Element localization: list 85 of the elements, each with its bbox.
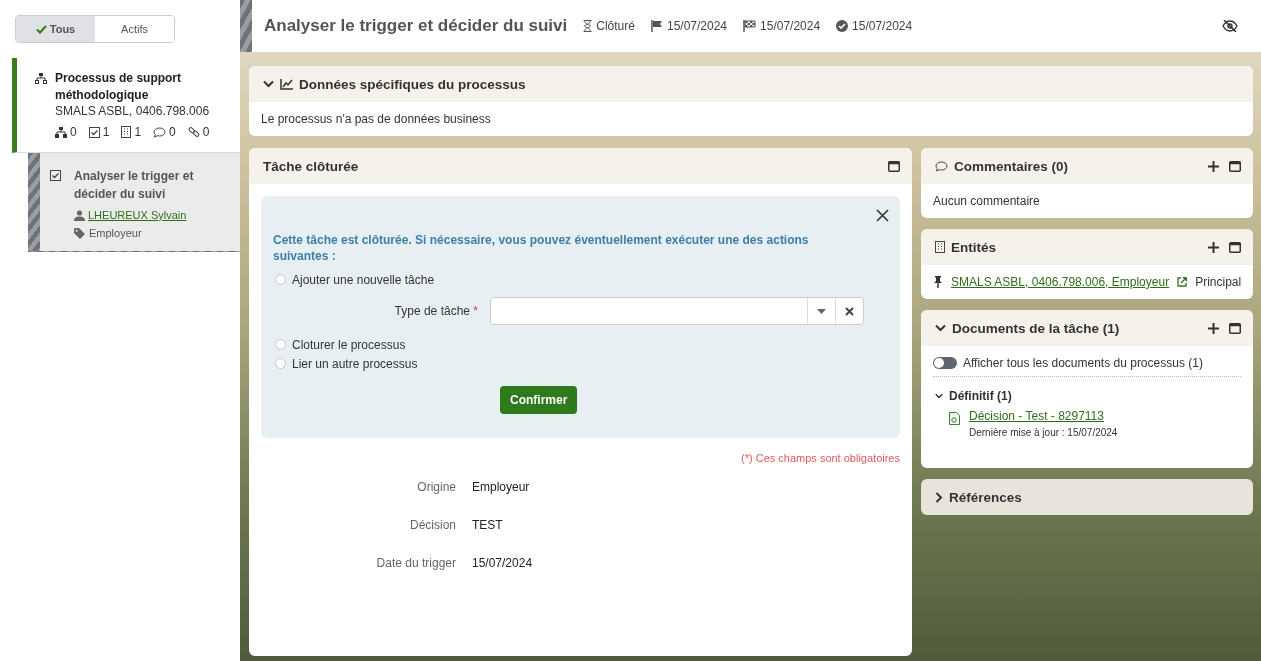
add-icon[interactable]: [1208, 160, 1220, 172]
toggle-switch[interactable]: [933, 357, 957, 369]
eye-slash-icon[interactable]: [1222, 20, 1239, 32]
subprocess-icon: [55, 126, 67, 138]
tag-label: Employeur: [89, 227, 142, 239]
window-icon[interactable]: [1229, 160, 1242, 172]
process-subtitle: SMALS ASBL, 0406.798.006: [55, 104, 211, 118]
panel-title: Données spécifiques du processus: [299, 76, 527, 92]
page-title: Analyser le trigger et décider du suivi: [264, 16, 568, 36]
entity-link[interactable]: SMALS ASBL, 0406.798.006, Employeur: [951, 275, 1170, 289]
checkered-flag-icon: [743, 20, 757, 32]
document-link[interactable]: Décision - Test - 8297113: [969, 409, 1104, 423]
checkbox-icon: [50, 170, 61, 181]
tag-icon: [74, 227, 86, 239]
checkbox-icon: [88, 126, 100, 138]
meta-text: 15/07/2024: [760, 19, 821, 33]
comment-icon: [153, 126, 167, 138]
count-text: 1: [102, 125, 110, 139]
link-icon: [187, 126, 200, 138]
flag-icon: [650, 20, 663, 32]
hourglass-icon: [583, 20, 593, 32]
panel-title: Documents de la tâche (1): [952, 320, 1121, 336]
user-icon: [74, 209, 85, 221]
option-label: Lier un autre processus: [292, 356, 418, 371]
entity-role: Principal: [1195, 275, 1242, 289]
select-field[interactable]: [490, 297, 864, 325]
filter-tab[interactable]: Tous: [16, 16, 95, 42]
panel-text: Aucun commentaire: [932, 193, 1041, 210]
window-icon[interactable]: [1229, 322, 1242, 334]
panel-title: Références: [949, 489, 1023, 505]
task-item[interactable]: Analyser le trigger et décider du suivi LHEUREUX Sylvain Employeur: [28, 153, 240, 252]
caret-icon[interactable]: [817, 308, 826, 314]
meta-text: 15/07/2024: [666, 19, 728, 33]
panel-title: Commentaires (0): [954, 158, 1070, 174]
meta-text: 15/07/2024: [852, 19, 913, 33]
panel-text: Le processus n'a pas de données business: [260, 111, 492, 128]
option-label: Ajouter une nouvelle tâche: [292, 272, 435, 287]
comment-icon: [935, 160, 948, 172]
add-icon[interactable]: [1208, 322, 1220, 334]
chart-icon: [280, 78, 293, 90]
meta-text: Clôturé: [596, 19, 635, 33]
chevron-icon[interactable]: [935, 491, 943, 503]
field-label: Type de tâche *: [393, 304, 479, 318]
toggle-label: Afficher tous les documents du processus (1): [963, 356, 1203, 370]
notice-text: Cette tâche est clôturée. Si nécessaire, vous pouvez éventuellement exécuter une des actions suivantes :: [273, 232, 810, 264]
pin-icon: [933, 276, 943, 288]
process-card[interactable]: Processus de support méthodologique SMALS ASBL, 0406.798.006 0 1 1 0 0: [12, 58, 240, 153]
check-icon: [35, 24, 47, 34]
window-icon[interactable]: [888, 160, 900, 172]
field-value: Employeur: [472, 480, 531, 494]
panel-title: Entités: [951, 239, 997, 255]
chevron-icon[interactable]: [935, 324, 946, 332]
process-title: Processus de support méthodologique: [55, 70, 183, 104]
add-icon[interactable]: [1208, 241, 1220, 253]
task-title: Analyser le trigger et décider du suivi: [74, 168, 195, 203]
building-icon: [935, 241, 945, 253]
clear-icon[interactable]: [845, 306, 854, 316]
count-text: 0: [202, 125, 210, 139]
document-icon: [949, 412, 960, 425]
chevron-icon[interactable]: [263, 80, 274, 88]
count-text: 0: [169, 125, 176, 139]
group-title: Définitif (1): [949, 389, 1012, 403]
sitemap-icon: [35, 73, 47, 84]
building-icon: [121, 126, 132, 138]
field-label: Origine: [416, 480, 456, 494]
field-label: Décision: [408, 518, 456, 532]
count-text: 1: [134, 125, 142, 139]
count-text: 0: [70, 125, 77, 139]
confirm-button[interactable]: Confirmer: [500, 386, 578, 414]
field-value: 15/07/2024: [472, 556, 534, 570]
radio-button[interactable]: [275, 358, 286, 369]
required-note: (*) Ces champs sont obligatoires: [740, 452, 900, 464]
document-date: Dernière mise à jour : 15/07/2024: [969, 427, 1119, 438]
assignee-link[interactable]: LHEUREUX Sylvain: [88, 209, 187, 221]
panel-title: Tâche clôturée: [263, 158, 360, 174]
field-value: TEST: [472, 518, 504, 532]
external-link-icon[interactable]: [1177, 277, 1188, 287]
window-icon[interactable]: [1229, 241, 1242, 253]
radio-button[interactable]: [275, 339, 286, 350]
check-circle-icon: [836, 20, 849, 32]
field-label: Date du trigger: [375, 556, 456, 570]
radio-button[interactable]: [275, 274, 286, 285]
chevron-icon[interactable]: [935, 393, 943, 399]
option-label: Cloturer le processus: [292, 337, 406, 352]
close-icon[interactable]: [876, 209, 889, 222]
